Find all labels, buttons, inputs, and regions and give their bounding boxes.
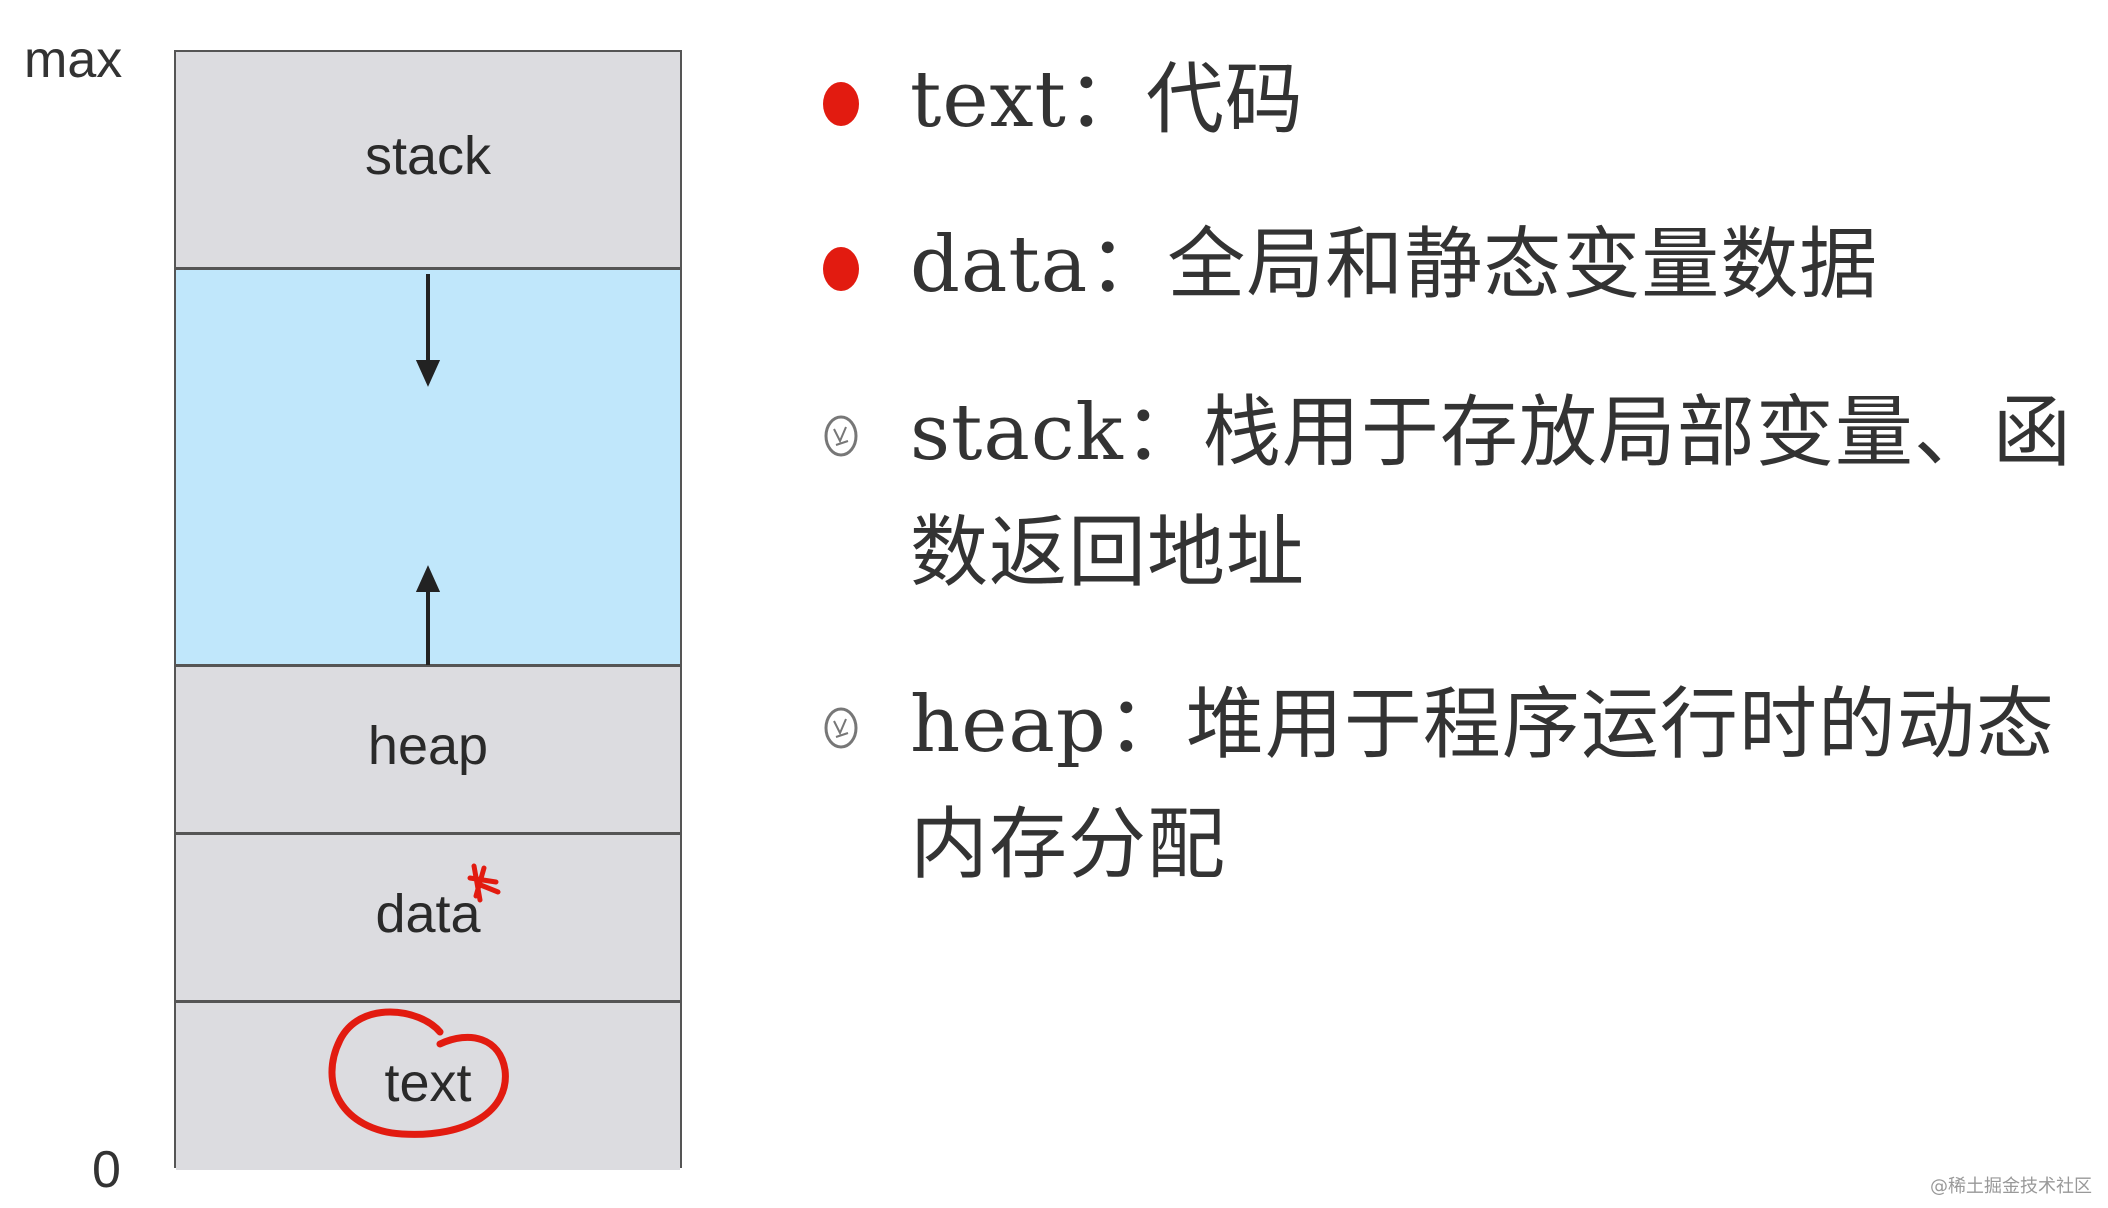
data-segment: data bbox=[176, 835, 680, 1003]
heap-growth-up-arrow bbox=[415, 565, 441, 665]
bullet-text: text：代码 bbox=[820, 40, 2080, 160]
bullet-stack: stack：栈用于存放局部变量、函数返回地址 bbox=[820, 373, 2080, 613]
data-segment-label: data bbox=[375, 883, 481, 944]
growth-arrows bbox=[415, 274, 441, 665]
axis-zero-label: 0 bbox=[92, 1141, 121, 1199]
bullet-heap-label: heap：堆用于程序运行时的动态内存分配 bbox=[910, 680, 2055, 890]
heap-segment: heap bbox=[176, 667, 680, 835]
stack-segment: stack bbox=[176, 52, 680, 270]
heap-segment-label: heap bbox=[367, 715, 489, 776]
stack-growth-down-arrow bbox=[415, 274, 441, 387]
bullet-text-label: text：代码 bbox=[910, 55, 1304, 145]
free-space-segment bbox=[176, 270, 680, 667]
bullet-heap: heap：堆用于程序运行时的动态内存分配 bbox=[820, 665, 2080, 905]
hollow-bullet-icon bbox=[824, 707, 858, 749]
red-dot-icon bbox=[823, 82, 859, 126]
memory-layout-diagram: stack heap data text bbox=[174, 50, 682, 1170]
axis-max-label: max bbox=[24, 31, 123, 89]
bullet-data: data：全局和静态变量数据 bbox=[820, 205, 2080, 325]
hollow-bullet-icon bbox=[824, 415, 858, 457]
watermark: @稀土掘金技术社区 bbox=[1930, 1176, 2092, 1197]
bullet-data-label: data：全局和静态变量数据 bbox=[910, 220, 1879, 310]
red-dot-icon bbox=[823, 247, 859, 291]
stack-segment-label: stack bbox=[364, 125, 492, 186]
text-segment-label: text bbox=[384, 1052, 472, 1113]
bullet-stack-label: stack：栈用于存放局部变量、函数返回地址 bbox=[910, 388, 2072, 598]
text-segment: text bbox=[176, 1003, 680, 1170]
